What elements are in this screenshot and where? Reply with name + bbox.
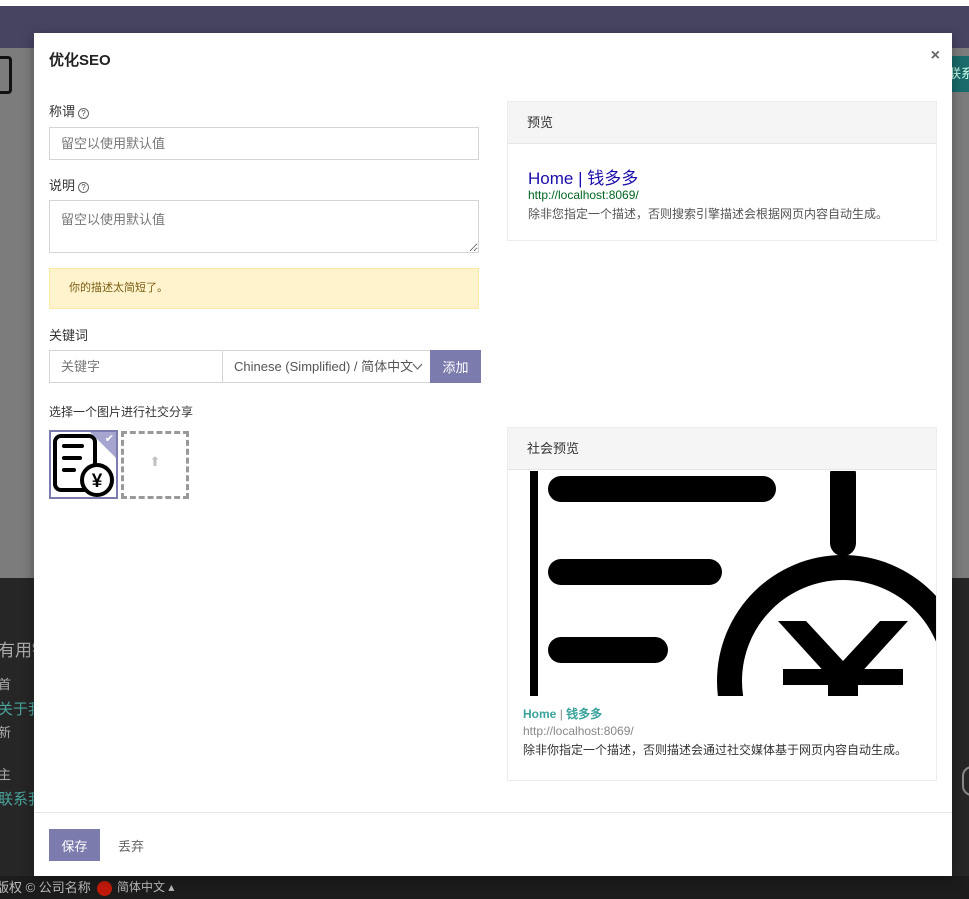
- discard-button[interactable]: 丢弃: [110, 829, 152, 861]
- keywords-label: 关键词: [49, 328, 89, 343]
- keyword-language-select[interactable]: Chinese (Simplified) / 简体中文: [222, 350, 431, 383]
- search-preview-description: 除非您指定一个描述，否则搜索引擎描述会根据网页内容自动生成。: [528, 207, 889, 221]
- description-warning: 你的描述太简短了。: [49, 268, 479, 309]
- invoice-yen-icon: [508, 471, 936, 696]
- china-flag-icon: [97, 881, 112, 896]
- language-switcher: 简体中文 ▴: [117, 880, 175, 894]
- social-preview-description: 除非你指定一个描述，否则描述会通过社交媒体基于网页内容自动生成。: [523, 743, 908, 757]
- dialog-footer: 保存 丢弃: [34, 812, 952, 876]
- svg-text:¥: ¥: [92, 471, 103, 492]
- background-bottombar: 版权 © 公司名称 简体中文 ▴: [0, 876, 969, 899]
- social-preview-image: [508, 471, 936, 696]
- close-icon[interactable]: ×: [931, 47, 940, 65]
- title-label-text: 称谓: [49, 104, 76, 119]
- footer-link: 新: [0, 725, 12, 740]
- search-preview-url: http://localhost:8069/: [528, 188, 639, 202]
- upload-image-button[interactable]: ⬆: [121, 431, 189, 499]
- social-image-option[interactable]: ¥ ✔: [49, 430, 118, 499]
- social-preview-panel: 社会预览 Home | 钱多多 http://localhost:8069/ 除…: [507, 427, 937, 781]
- image-section-label: 选择一个图片进行社交分享: [49, 405, 194, 419]
- social-preview-url: http://localhost:8069/: [523, 724, 634, 738]
- keyword-input[interactable]: [49, 350, 223, 383]
- search-preview-header: 预览: [508, 102, 936, 144]
- social-preview-title: Home | 钱多多: [523, 705, 602, 722]
- background-logo: [0, 56, 12, 94]
- help-icon[interactable]: ?: [78, 108, 90, 119]
- social-preview-header: 社会预览: [508, 428, 936, 470]
- keyword-language-value: Chinese (Simplified) / 简体中文: [234, 359, 414, 374]
- chevron-down-icon: [412, 351, 423, 395]
- dialog-title: 优化SEO: [49, 52, 111, 69]
- description-label: 说明?: [49, 175, 90, 194]
- social-title-separator: |: [559, 707, 563, 721]
- search-preview-title: Home | 钱多多: [528, 169, 639, 188]
- seo-description-input[interactable]: [49, 200, 479, 253]
- seo-title-input[interactable]: [49, 127, 479, 160]
- upload-icon: ⬆: [149, 454, 161, 469]
- seo-dialog: 优化SEO × 称谓? 说明? 你的描述太简短了。 关键词 Chinese (S…: [34, 33, 952, 876]
- search-preview-panel: 预览 Home | 钱多多 http://localhost:8069/ 除非您…: [507, 101, 937, 241]
- dialog-header: 优化SEO ×: [34, 33, 952, 83]
- title-label: 称谓?: [49, 101, 90, 120]
- save-button[interactable]: 保存: [49, 829, 100, 861]
- description-label-text: 说明: [49, 178, 76, 193]
- social-title-left: Home: [523, 707, 557, 721]
- social-title-right: 钱多多: [566, 707, 603, 721]
- check-icon: ✔: [104, 433, 114, 445]
- footer-link: 主: [0, 767, 12, 782]
- add-keyword-button[interactable]: 添加: [430, 350, 481, 383]
- background-scroll-button: [962, 766, 969, 796]
- copyright-text: 版权 © 公司名称: [0, 880, 91, 895]
- help-icon[interactable]: ?: [78, 182, 90, 193]
- footer-link: 首: [0, 677, 12, 692]
